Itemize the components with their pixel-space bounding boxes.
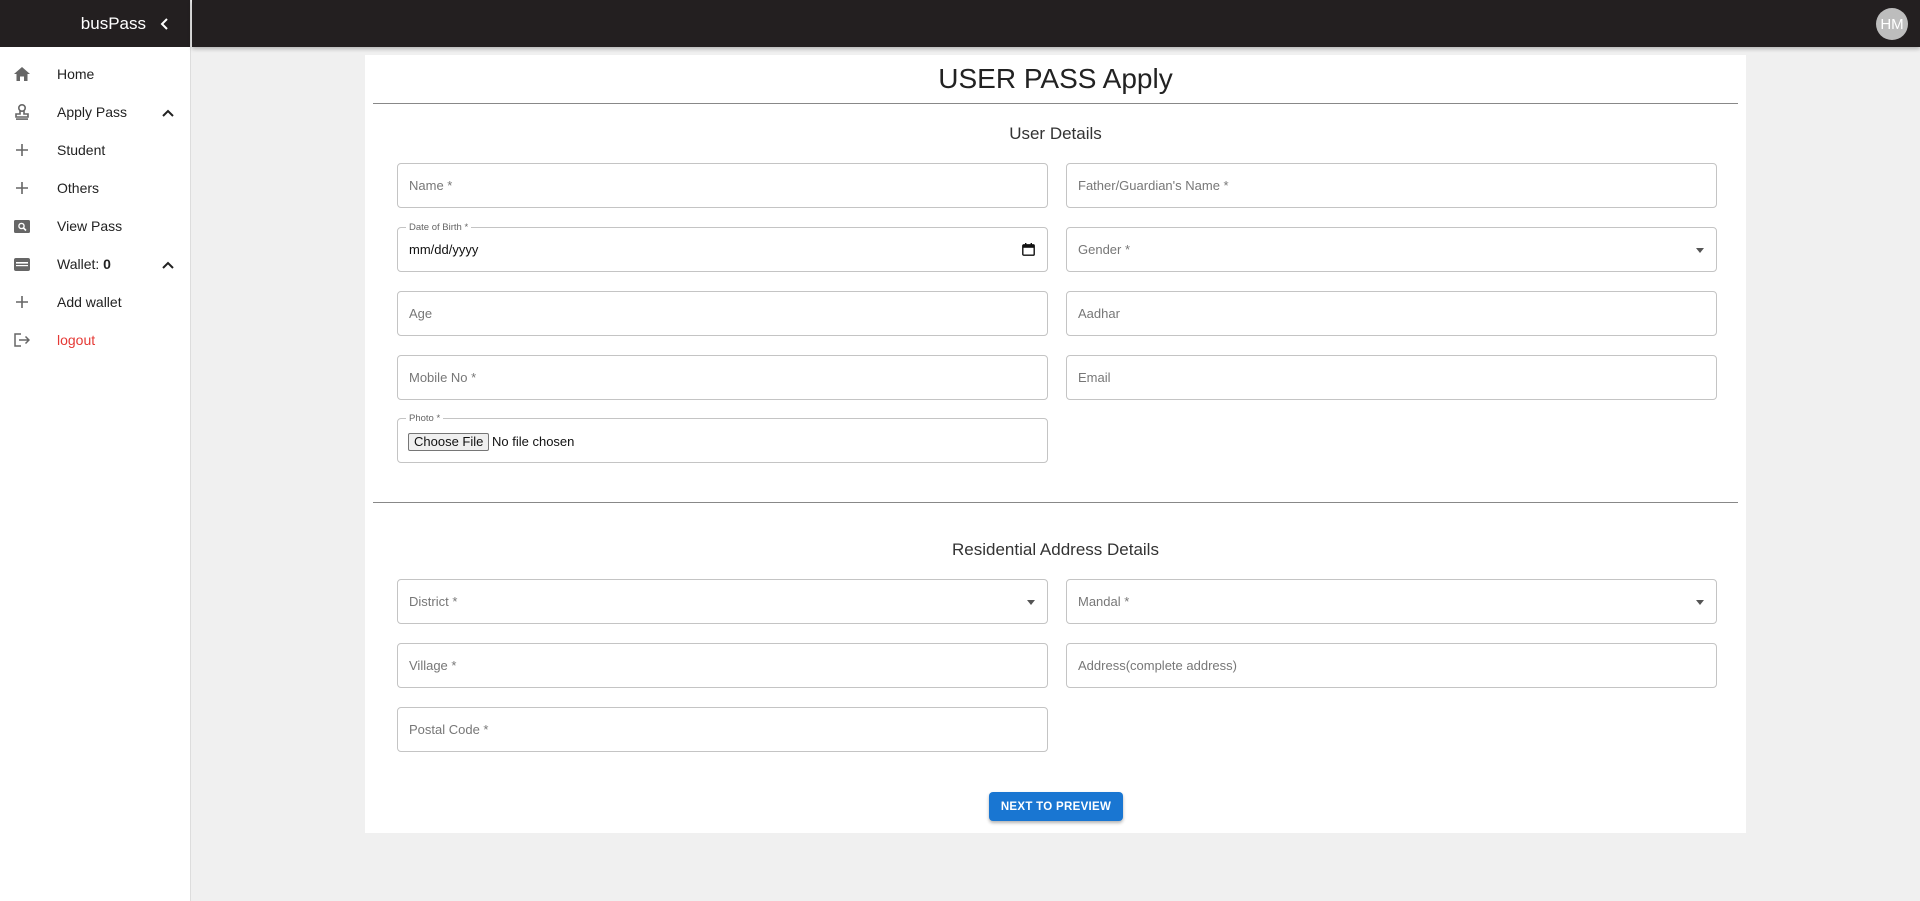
sidebar-item-others[interactable]: Others [0, 169, 190, 207]
mobile-placeholder: Mobile No * [409, 370, 477, 385]
sidebar-item-home[interactable]: Home [0, 55, 190, 93]
sidebar-item-logout[interactable]: logout [0, 321, 190, 359]
mandal-placeholder: Mandal * [1078, 594, 1130, 609]
plus-icon [13, 141, 31, 159]
sidebar-item-label: Student [57, 142, 106, 158]
email-field[interactable]: Email [1066, 355, 1717, 400]
name-placeholder: Name * [409, 178, 453, 193]
dropdown-arrow-icon [1027, 600, 1035, 605]
wallet-balance: 0 [103, 256, 111, 272]
next-to-preview-button[interactable]: NEXT TO PREVIEW [989, 792, 1123, 821]
photo-label: Photo * [406, 413, 444, 424]
search-pass-icon [13, 217, 31, 235]
plus-icon [13, 293, 31, 311]
sidebar-item-label: Wallet: 0 [57, 256, 111, 272]
section-title-address: Residential Address Details [952, 540, 1159, 559]
stamp-icon [13, 103, 31, 121]
sidebar-item-label: Add wallet [57, 294, 122, 310]
sidebar-item-label: logout [57, 332, 96, 348]
sidebar-item-label: Apply Pass [57, 104, 128, 120]
postal-code-placeholder: Postal Code * [409, 722, 489, 737]
sidebar-item-label: View Pass [57, 218, 123, 234]
collapse-sidebar-icon[interactable] [160, 17, 170, 30]
brand-bar: busPass [0, 0, 190, 47]
plus-icon [13, 179, 31, 197]
sidebar-nav: Home Apply Pass Student Others View Pass… [0, 47, 190, 359]
sidebar-item-add-wallet[interactable]: Add wallet [0, 283, 190, 321]
mandal-select[interactable]: Mandal * [1066, 579, 1717, 624]
avatar[interactable]: HM [1876, 8, 1908, 40]
file-status-text: No file chosen [492, 434, 575, 449]
dropdown-arrow-icon [1696, 248, 1704, 253]
brand-title: busPass [80, 13, 146, 33]
sidebar-item-wallet[interactable]: Wallet: 0 [0, 245, 190, 283]
chevron-up-icon[interactable] [162, 104, 174, 120]
page-title: USER PASS Apply [938, 63, 1173, 94]
logout-icon [13, 331, 31, 349]
father-name-placeholder: Father/Guardian's Name * [1078, 178, 1229, 193]
divider [373, 502, 1738, 503]
date-of-birth-field[interactable]: Date of Birth * mm/dd/yyyy [397, 222, 1048, 272]
date-of-birth-label: Date of Birth * [406, 222, 472, 233]
chevron-up-icon[interactable] [162, 256, 174, 272]
aadhar-field[interactable]: Aadhar [1066, 291, 1717, 336]
name-field[interactable]: Name * [397, 163, 1048, 208]
mobile-field[interactable]: Mobile No * [397, 355, 1048, 400]
village-field[interactable]: Village * [397, 643, 1048, 688]
sidebar-item-view-pass[interactable]: View Pass [0, 207, 190, 245]
sidebar-item-label: Home [57, 66, 95, 82]
gender-placeholder: Gender * [1078, 242, 1131, 257]
sidebar-item-label: Others [57, 180, 100, 196]
village-placeholder: Village * [409, 658, 457, 673]
photo-upload-field: Photo * Choose File No file chosen [397, 413, 1048, 463]
father-name-field[interactable]: Father/Guardian's Name * [1066, 163, 1717, 208]
apply-pass-card: USER PASS Apply User Details Name * Fath… [365, 55, 1746, 833]
postal-code-field[interactable]: Postal Code * [397, 707, 1048, 752]
address-field[interactable]: Address(complete address) [1066, 643, 1717, 688]
address-placeholder: Address(complete address) [1078, 658, 1237, 673]
sidebar-item-student[interactable]: Student [0, 131, 190, 169]
top-app-bar: HM [192, 0, 1920, 47]
sidebar-item-apply-pass[interactable]: Apply Pass [0, 93, 190, 131]
aadhar-placeholder: Aadhar [1078, 306, 1120, 321]
divider [373, 103, 1738, 104]
age-field[interactable]: Age [397, 291, 1048, 336]
section-title-user-details: User Details [1009, 124, 1102, 143]
district-placeholder: District * [409, 594, 458, 609]
district-select[interactable]: District * [397, 579, 1048, 624]
home-icon [13, 65, 31, 83]
calendar-icon[interactable] [1022, 243, 1035, 261]
age-placeholder: Age [409, 306, 433, 321]
wallet-icon [13, 255, 31, 273]
sidebar: busPass Home Apply Pass Student Others V… [0, 0, 191, 901]
gender-select[interactable]: Gender * [1066, 227, 1717, 272]
wallet-label: Wallet: [57, 256, 104, 272]
choose-file-button[interactable]: Choose File [408, 433, 490, 451]
email-placeholder: Email [1078, 370, 1111, 385]
dropdown-arrow-icon [1696, 600, 1704, 605]
date-of-birth-value: mm/dd/yyyy [409, 242, 479, 257]
